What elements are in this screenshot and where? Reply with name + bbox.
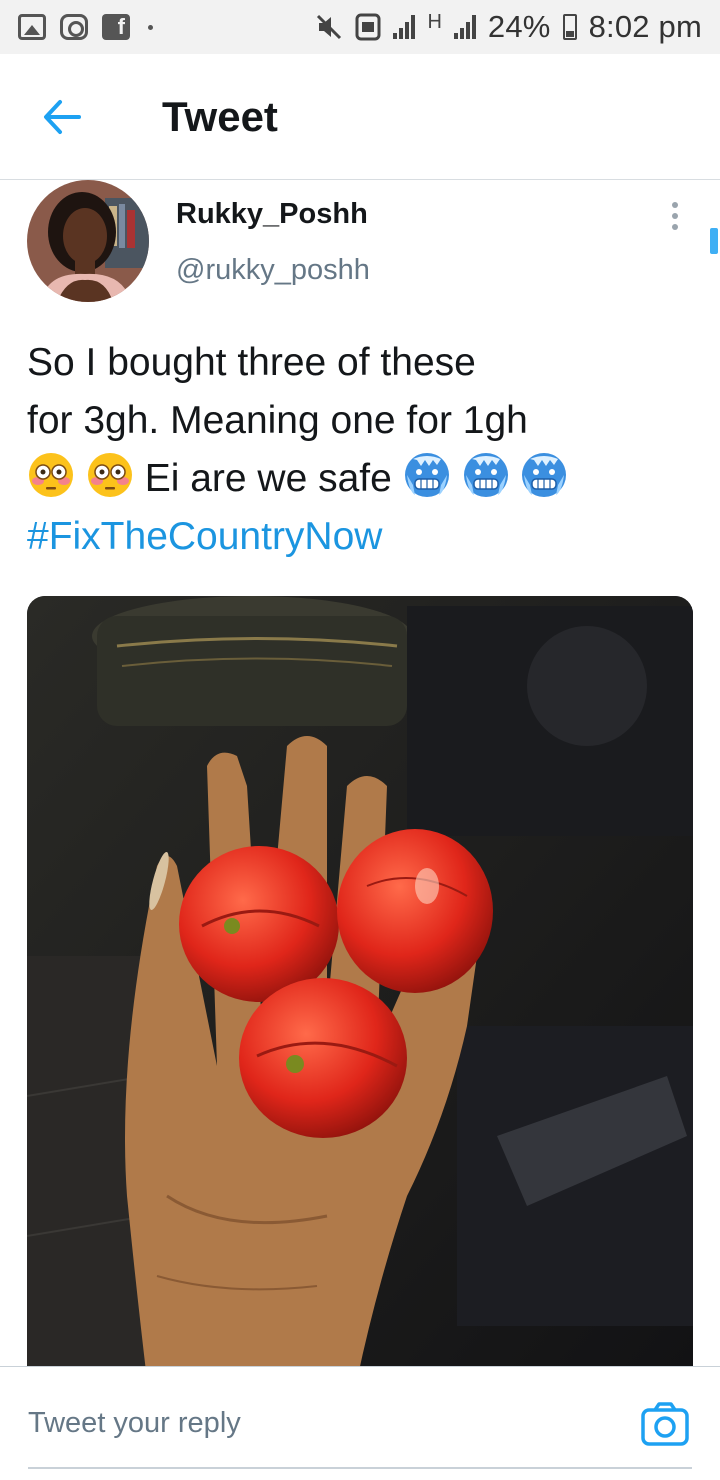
display-name[interactable]: Rukky_Poshh: [176, 198, 368, 231]
instagram-icon: [60, 14, 88, 40]
more-dot: [672, 213, 678, 219]
gallery-icon: [18, 14, 46, 40]
arrow-left-icon: [44, 99, 81, 134]
tweet-photo[interactable]: [27, 596, 693, 1380]
cold-face-emoji: [404, 453, 449, 497]
more-notifications-dot: [148, 24, 153, 30]
reply-composer: Tweet your reply: [0, 1366, 720, 1480]
tweet-text: So I bought three of these for 3gh. Mean…: [27, 334, 687, 566]
more-dot: [672, 202, 678, 208]
more-options-button[interactable]: [660, 196, 690, 236]
system-status: H 24% 8:02 pm: [315, 9, 702, 45]
cold-face-emoji: [463, 453, 508, 497]
cold-face-emoji: [522, 453, 567, 497]
notification-icons: f: [18, 14, 153, 40]
network-type-label: H: [427, 10, 442, 33]
more-dot: [672, 224, 678, 230]
facebook-icon: f: [102, 14, 130, 40]
signal-icon: [393, 15, 416, 39]
back-button[interactable]: [22, 77, 102, 157]
battery-icon: [562, 14, 577, 40]
app-header: Tweet: [0, 54, 720, 180]
signal-icon-2: [453, 15, 476, 39]
tweet-text-segment: Ei are we safe: [144, 457, 392, 500]
mute-icon: [317, 14, 342, 40]
tweet-text-line: for 3gh. Meaning one for 1gh: [27, 399, 528, 442]
user-handle[interactable]: @rukky_poshh: [176, 254, 370, 287]
hashtag-link[interactable]: #FixTheCountryNow: [27, 508, 687, 566]
tomatoes-in-hand-image: [27, 596, 693, 1380]
reply-input-underline: [28, 1467, 692, 1469]
camera-icon: [641, 1402, 689, 1446]
tweet-text-line: So I bought three of these: [27, 341, 476, 384]
tweet-text-line-emoji: Ei are we safe: [27, 450, 687, 508]
flushed-face-emoji: [87, 453, 132, 497]
avatar-image: [27, 180, 149, 302]
flushed-face-emoji: [29, 453, 73, 497]
scroll-indicator: [710, 228, 718, 254]
hd-call-icon: [355, 13, 381, 41]
camera-button[interactable]: [640, 1399, 690, 1449]
reply-input[interactable]: Tweet your reply: [28, 1407, 241, 1440]
clock: 8:02 pm: [588, 9, 702, 44]
status-bar: f H 24% 8:02 pm: [0, 0, 720, 54]
battery-percent: 24%: [487, 9, 551, 44]
avatar[interactable]: [27, 180, 149, 302]
page-title: Tweet: [162, 92, 278, 140]
